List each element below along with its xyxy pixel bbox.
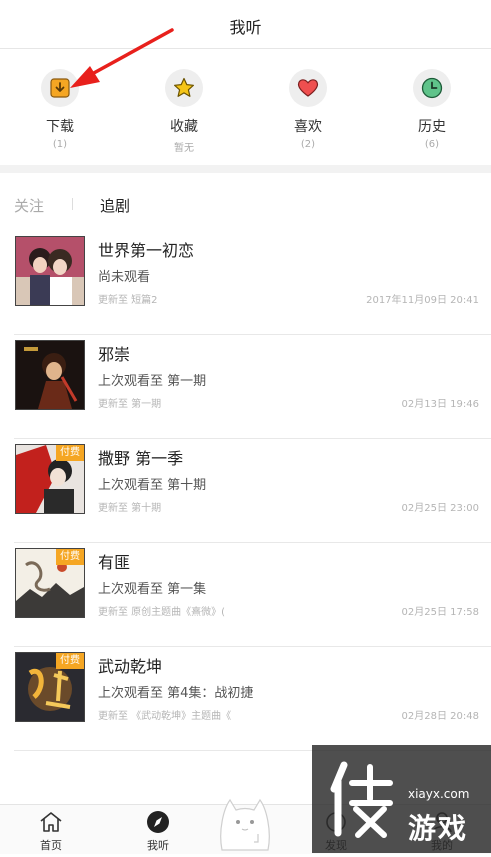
favorites-button[interactable]: 收藏 暂无 (139, 69, 229, 154)
history-label: 历史 (418, 119, 446, 135)
compass-icon (128, 809, 188, 835)
watermark: xiayx.com 游戏 (312, 745, 491, 853)
cover-image: 付费 (15, 652, 85, 722)
cover-image (15, 236, 85, 306)
page-title: 我听 (229, 18, 262, 37)
item-title: 武动乾坤 (98, 657, 163, 676)
download-icon (41, 69, 79, 107)
item-time: 02月13日 19:46 (401, 399, 479, 410)
likes-button[interactable]: 喜欢 (2) (263, 69, 353, 150)
clock-icon (413, 69, 451, 107)
history-count: (6) (424, 139, 440, 150)
watermark-url: xiayx.com (408, 787, 470, 801)
list-item[interactable]: 邪崇 上次观看至 第一期 更新至 第一期 02月13日 19:46 (0, 335, 491, 439)
paid-badge: 付费 (56, 549, 84, 565)
likes-count: (2) (300, 139, 316, 150)
list-item[interactable]: 付费 撒野 第一季 上次观看至 第十期 更新至 第十期 02月25日 23:00 (0, 439, 491, 543)
nav-listen[interactable]: 我听 (128, 809, 188, 853)
home-icon (21, 809, 81, 835)
item-time: 02月28日 20:48 (401, 711, 479, 722)
section-divider (0, 165, 491, 173)
download-button[interactable]: 下载 (1) (15, 69, 105, 150)
cat-icon (220, 798, 270, 851)
paid-badge: 付费 (56, 445, 84, 461)
heart-icon (289, 69, 327, 107)
nav-home-label: 首页 (40, 839, 62, 852)
item-title: 有匪 (98, 553, 131, 572)
item-time: 02月25日 17:58 (401, 607, 479, 618)
nav-home[interactable]: 首页 (21, 809, 81, 853)
cover-image: 付费 (15, 548, 85, 618)
download-label: 下载 (46, 119, 74, 135)
item-status: 上次观看至 第一集 (98, 582, 207, 597)
paid-badge: 付费 (56, 653, 84, 669)
item-title: 邪崇 (98, 345, 131, 364)
item-title: 撒野 第一季 (98, 449, 184, 468)
item-time: 2017年11月09日 20:41 (366, 295, 479, 306)
item-time: 02月25日 23:00 (401, 503, 479, 514)
list-tabs: 关注 追剧 (0, 173, 491, 231)
top-bar: 我听 (0, 0, 491, 49)
download-count: (1) (52, 139, 68, 150)
cover-image (15, 340, 85, 410)
history-button[interactable]: 历史 (6) (387, 69, 477, 150)
watermark-text: 游戏 (408, 812, 469, 845)
nav-listen-label: 我听 (147, 839, 169, 852)
item-update: 更新至 《武动乾坤》主题曲《 (98, 711, 232, 722)
cover-image: 付费 (15, 444, 85, 514)
item-update: 更新至 第十期 (98, 503, 162, 514)
tab-follow[interactable]: 关注 (14, 195, 44, 216)
list-item[interactable]: 付费 有匪 上次观看至 第一集 更新至 原创主题曲《熹微》( 02月25日 17… (0, 543, 491, 647)
quick-actions: 下载 (1) 收藏 暂无 喜欢 (2) 历史 (6) (0, 49, 491, 165)
watermark-logo-icon (330, 761, 393, 838)
drama-list: 世界第一初恋 尚未观看 更新至 短篇2 2017年11月09日 20:41 邪崇… (0, 231, 491, 751)
item-update: 更新至 短篇2 (98, 295, 158, 306)
item-update: 更新至 第一期 (98, 399, 162, 410)
tab-separator (72, 198, 73, 210)
item-status: 上次观看至 第一期 (98, 374, 207, 389)
item-update: 更新至 原创主题曲《熹微》( (98, 607, 226, 618)
item-status: 上次观看至 第十期 (98, 478, 207, 493)
favorites-count: 暂无 (174, 143, 194, 154)
star-icon (165, 69, 203, 107)
item-status: 尚未观看 (98, 270, 151, 285)
favorites-label: 收藏 (170, 119, 198, 135)
item-status: 上次观看至 第4集：战初捷 (98, 686, 254, 701)
list-item[interactable]: 世界第一初恋 尚未观看 更新至 短篇2 2017年11月09日 20:41 (0, 231, 491, 335)
likes-label: 喜欢 (294, 119, 322, 135)
list-item[interactable]: 付费 武动乾坤 上次观看至 第4集：战初捷 更新至 《武动乾坤》主题曲《 02月… (0, 647, 491, 751)
item-title: 世界第一初恋 (98, 241, 195, 260)
tab-drama[interactable]: 追剧 (100, 195, 130, 216)
mascot-play-button[interactable] (214, 790, 276, 853)
